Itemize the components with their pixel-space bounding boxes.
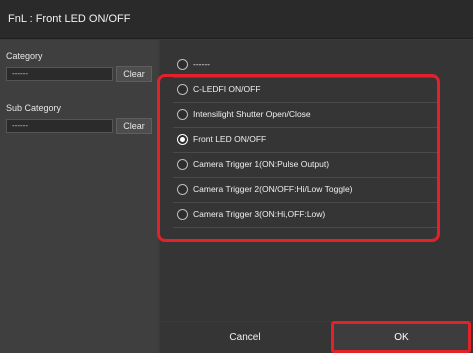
option-label: Camera Trigger 2(ON/OFF:Hi/Low Toggle): [193, 184, 353, 194]
radio-icon: [177, 109, 188, 120]
filter-panel: Category ------ Clear Sub Category -----…: [0, 40, 158, 353]
option-label: Camera Trigger 3(ON:Hi,OFF:Low): [193, 209, 326, 219]
subcategory-label: Sub Category: [6, 103, 62, 113]
ok-button[interactable]: OK: [333, 322, 470, 353]
category-label: Category: [6, 51, 43, 61]
dialog-footer: Cancel OK: [160, 322, 473, 353]
radio-selected-icon: [177, 134, 188, 145]
option-none[interactable]: ------: [173, 53, 438, 78]
window-title: FnL : Front LED ON/OFF: [0, 0, 473, 39]
option-intensilight-shutter[interactable]: Intensilight Shutter Open/Close: [173, 103, 438, 128]
radio-icon: [177, 159, 188, 170]
option-camera-trigger-3[interactable]: Camera Trigger 3(ON:Hi,OFF:Low): [173, 203, 438, 228]
option-camera-trigger-2[interactable]: Camera Trigger 2(ON/OFF:Hi/Low Toggle): [173, 178, 438, 203]
category-field[interactable]: ------: [6, 67, 113, 81]
options-list: ------ C-LEDFI ON/OFF Intensilight Shutt…: [160, 40, 473, 321]
option-front-led[interactable]: Front LED ON/OFF: [173, 128, 438, 153]
subcategory-field[interactable]: ------: [6, 119, 113, 133]
option-c-ledfi[interactable]: C-LEDFI ON/OFF: [173, 78, 438, 103]
option-camera-trigger-1[interactable]: Camera Trigger 1(ON:Pulse Output): [173, 153, 438, 178]
option-label: ------: [193, 59, 210, 69]
radio-icon: [177, 84, 188, 95]
option-label: Intensilight Shutter Open/Close: [193, 109, 311, 119]
option-label: Camera Trigger 1(ON:Pulse Output): [193, 159, 330, 169]
radio-icon: [177, 209, 188, 220]
cancel-button[interactable]: Cancel: [160, 322, 330, 353]
option-label: C-LEDFI ON/OFF: [193, 84, 261, 94]
radio-icon: [177, 184, 188, 195]
subcategory-clear-button[interactable]: Clear: [116, 118, 152, 134]
radio-icon: [177, 59, 188, 70]
option-label: Front LED ON/OFF: [193, 134, 267, 144]
category-clear-button[interactable]: Clear: [116, 66, 152, 82]
